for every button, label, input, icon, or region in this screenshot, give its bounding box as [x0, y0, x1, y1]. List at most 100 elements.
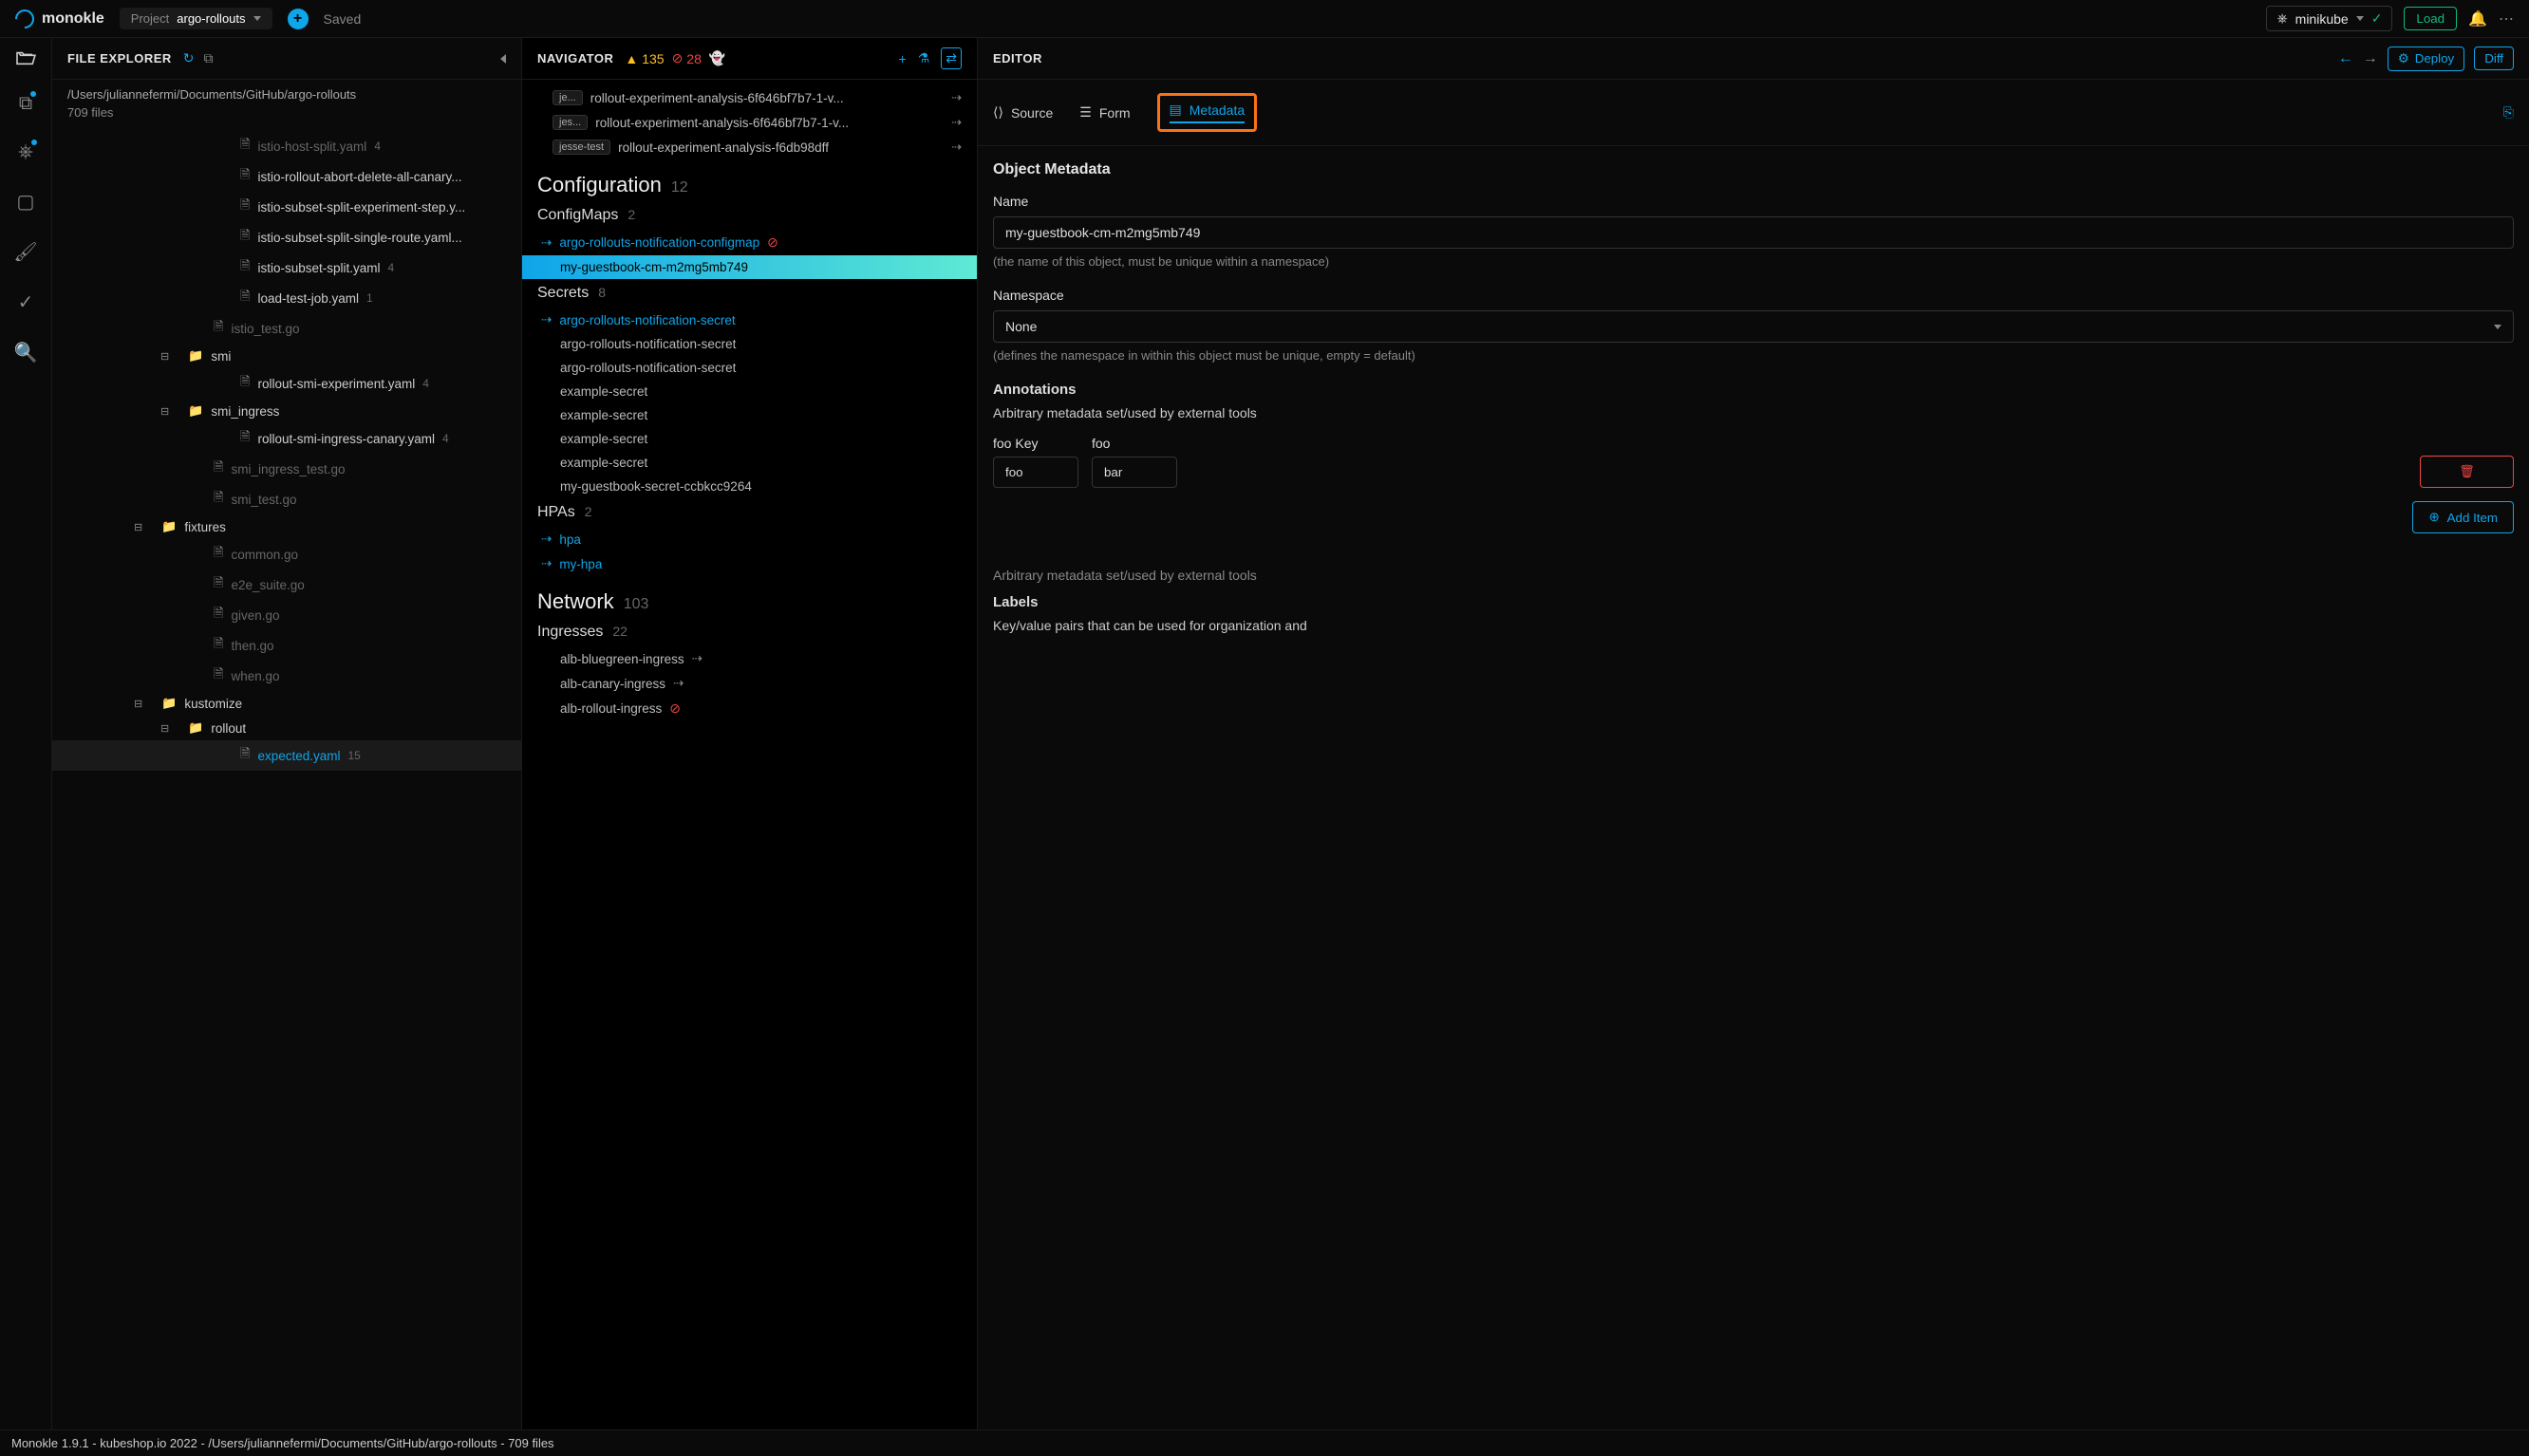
tree-file[interactable]: 🗎rollout-smi-experiment.yaml4: [52, 368, 521, 399]
file-icon: 🗎: [240, 166, 250, 187]
nav-item[interactable]: je...rollout-experiment-analysis-6f646bf…: [522, 85, 977, 110]
add-project-button[interactable]: +: [288, 9, 309, 29]
tree-folder[interactable]: ⊟📁fixtures: [52, 514, 521, 539]
tree-file[interactable]: 🗎istio-subset-split.yaml4: [52, 252, 521, 283]
load-button[interactable]: Load: [2404, 7, 2457, 30]
delete-annotation-button[interactable]: 🗑: [2420, 456, 2514, 488]
anno-key-input[interactable]: [993, 457, 1078, 488]
share-icon[interactable]: ⇢: [951, 140, 962, 155]
nav-item[interactable]: example-secret: [522, 427, 977, 451]
rail-search-icon[interactable]: 🔍: [14, 341, 38, 364]
tree-file[interactable]: 🗎given.go: [52, 600, 521, 630]
share-icon[interactable]: ⇢: [692, 651, 702, 666]
nav-item[interactable]: jes...rollout-experiment-analysis-6f646b…: [522, 110, 977, 135]
deploy-button[interactable]: ⚙Deploy: [2388, 47, 2464, 71]
editor-panel: EDITOR ← → ⚙Deploy Diff ⟨⟩Source ☰Form ▤…: [978, 38, 2529, 1429]
nav-item[interactable]: argo-rollouts-notification-secret: [522, 356, 977, 380]
nav-item[interactable]: my-guestbook-cm-m2mg5mb749: [522, 255, 977, 279]
nav-item[interactable]: argo-rollouts-notification-secret: [522, 332, 977, 356]
nav-item[interactable]: jesse-test rollout-experiment-analysis-f6…: [522, 135, 977, 159]
nav-item[interactable]: ⇢hpa: [522, 527, 977, 551]
nav-forward-icon[interactable]: →: [2363, 50, 2378, 67]
collapse-toggle-icon[interactable]: ⊟: [160, 405, 169, 418]
file-icon: 🗎: [240, 745, 250, 766]
tab-metadata[interactable]: ▤Metadata: [1170, 102, 1246, 123]
nav-subsection-header[interactable]: ConfigMaps2: [522, 201, 977, 230]
tree-file[interactable]: 🗎rollout-smi-ingress-canary.yaml4: [52, 423, 521, 454]
add-resource-icon[interactable]: +: [899, 51, 907, 66]
collapse-toggle-icon[interactable]: ⊟: [160, 350, 169, 363]
tree-file[interactable]: 🗎expected.yaml15: [52, 740, 521, 771]
tree-file[interactable]: 🗎istio-host-split.yaml4: [52, 131, 521, 161]
nav-back-icon[interactable]: ←: [2338, 50, 2353, 67]
rail-preview-icon[interactable]: ▢: [17, 190, 35, 214]
cluster-selector[interactable]: ⎈ minikube ✓: [2266, 6, 2392, 31]
tab-source[interactable]: ⟨⟩Source: [993, 104, 1053, 121]
rail-paint-icon[interactable]: 🖌: [13, 240, 37, 264]
tree-file[interactable]: 🗎e2e_suite.go: [52, 569, 521, 600]
file-explorer-title: FILE EXPLORER: [67, 51, 172, 65]
nav-subsection-header[interactable]: HPAs2: [522, 498, 977, 527]
collapse-icon[interactable]: ⧉: [204, 50, 214, 66]
file-icon: 🗎: [240, 373, 250, 394]
nav-item[interactable]: example-secret: [522, 380, 977, 403]
share-icon[interactable]: ⇢: [951, 90, 962, 105]
filter-icon[interactable]: ⚗: [918, 50, 930, 66]
diff-button[interactable]: Diff: [2474, 47, 2514, 70]
refresh-icon[interactable]: ↻: [183, 50, 195, 66]
more-icon[interactable]: ⋯: [2499, 9, 2514, 28]
namespace-badge: jesse-test: [553, 140, 610, 155]
nav-item[interactable]: ⇢argo-rollouts-notification-configmap ⊘: [522, 230, 977, 255]
collapse-toggle-icon[interactable]: ⊟: [134, 521, 142, 533]
warning-badge[interactable]: ▲ 135: [625, 51, 664, 66]
tab-form[interactable]: ☰Form: [1079, 104, 1130, 121]
tree-file[interactable]: 🗎istio-subset-split-single-route.yaml...: [52, 222, 521, 252]
nav-section-header[interactable]: Configuration12: [522, 159, 977, 201]
folder-open-icon[interactable]: [15, 49, 36, 66]
nav-item[interactable]: example-secret: [522, 403, 977, 427]
tree-file[interactable]: 🗎istio-subset-split-experiment-step.y...: [52, 192, 521, 222]
name-input[interactable]: [993, 216, 2514, 249]
nav-section-header[interactable]: Network103: [522, 576, 977, 618]
nav-item[interactable]: ⇢my-hpa: [522, 551, 977, 576]
collapse-toggle-icon[interactable]: ⊟: [160, 722, 169, 735]
tree-file[interactable]: 🗎istio_test.go: [52, 313, 521, 344]
ghost-icon[interactable]: 👻: [709, 50, 725, 66]
tree-file[interactable]: 🗎common.go: [52, 539, 521, 569]
tree-file[interactable]: 🗎load-test-job.yaml1: [52, 283, 521, 313]
tree-file[interactable]: 🗎when.go: [52, 661, 521, 691]
share-icon[interactable]: ⇢: [673, 676, 684, 691]
nav-item[interactable]: ⇢argo-rollouts-notification-secret: [522, 308, 977, 332]
tree-file[interactable]: 🗎then.go: [52, 630, 521, 661]
tree-folder[interactable]: ⊟📁rollout: [52, 716, 521, 740]
sync-icon[interactable]: ⇄: [941, 47, 962, 69]
nav-subsection-header[interactable]: Ingresses22: [522, 618, 977, 646]
tree-item-label: smi_test.go: [231, 493, 296, 507]
nav-item[interactable]: alb-rollout-ingress ⊘: [522, 696, 977, 721]
namespace-select[interactable]: None: [993, 310, 2514, 343]
nav-item-label: rollout-experiment-analysis-f6db98dff: [618, 140, 829, 155]
bell-icon[interactable]: 🔔: [2468, 9, 2487, 28]
copy-icon[interactable]: ⎘: [2503, 104, 2514, 121]
share-icon[interactable]: ⇢: [951, 115, 962, 130]
collapse-panel-icon[interactable]: [500, 54, 506, 64]
tree-file[interactable]: 🗎istio-rollout-abort-delete-all-canary..…: [52, 161, 521, 192]
nav-item[interactable]: example-secret: [522, 451, 977, 475]
error-badge[interactable]: ⊘ 28: [672, 50, 702, 66]
tree-folder[interactable]: ⊟📁kustomize: [52, 691, 521, 716]
nav-item[interactable]: my-guestbook-secret-ccbkcc9264: [522, 475, 977, 498]
rail-kustomize-icon[interactable]: ⧉: [19, 93, 32, 115]
anno-val-input[interactable]: [1092, 457, 1177, 488]
collapse-toggle-icon[interactable]: ⊟: [134, 698, 142, 710]
tree-folder[interactable]: ⊟📁smi: [52, 344, 521, 368]
add-item-button[interactable]: ⊕Add Item: [2412, 501, 2514, 533]
tree-folder[interactable]: ⊟📁smi_ingress: [52, 399, 521, 423]
nav-item[interactable]: alb-bluegreen-ingress ⇢: [522, 646, 977, 671]
rail-validate-icon[interactable]: ✓: [18, 290, 34, 314]
nav-item[interactable]: alb-canary-ingress ⇢: [522, 671, 977, 696]
nav-subsection-header[interactable]: Secrets8: [522, 279, 977, 308]
rail-helm-icon[interactable]: ⎈: [18, 141, 33, 163]
tree-file[interactable]: 🗎smi_test.go: [52, 484, 521, 514]
project-selector[interactable]: Project argo-rollouts: [120, 8, 272, 29]
tree-file[interactable]: 🗎smi_ingress_test.go: [52, 454, 521, 484]
